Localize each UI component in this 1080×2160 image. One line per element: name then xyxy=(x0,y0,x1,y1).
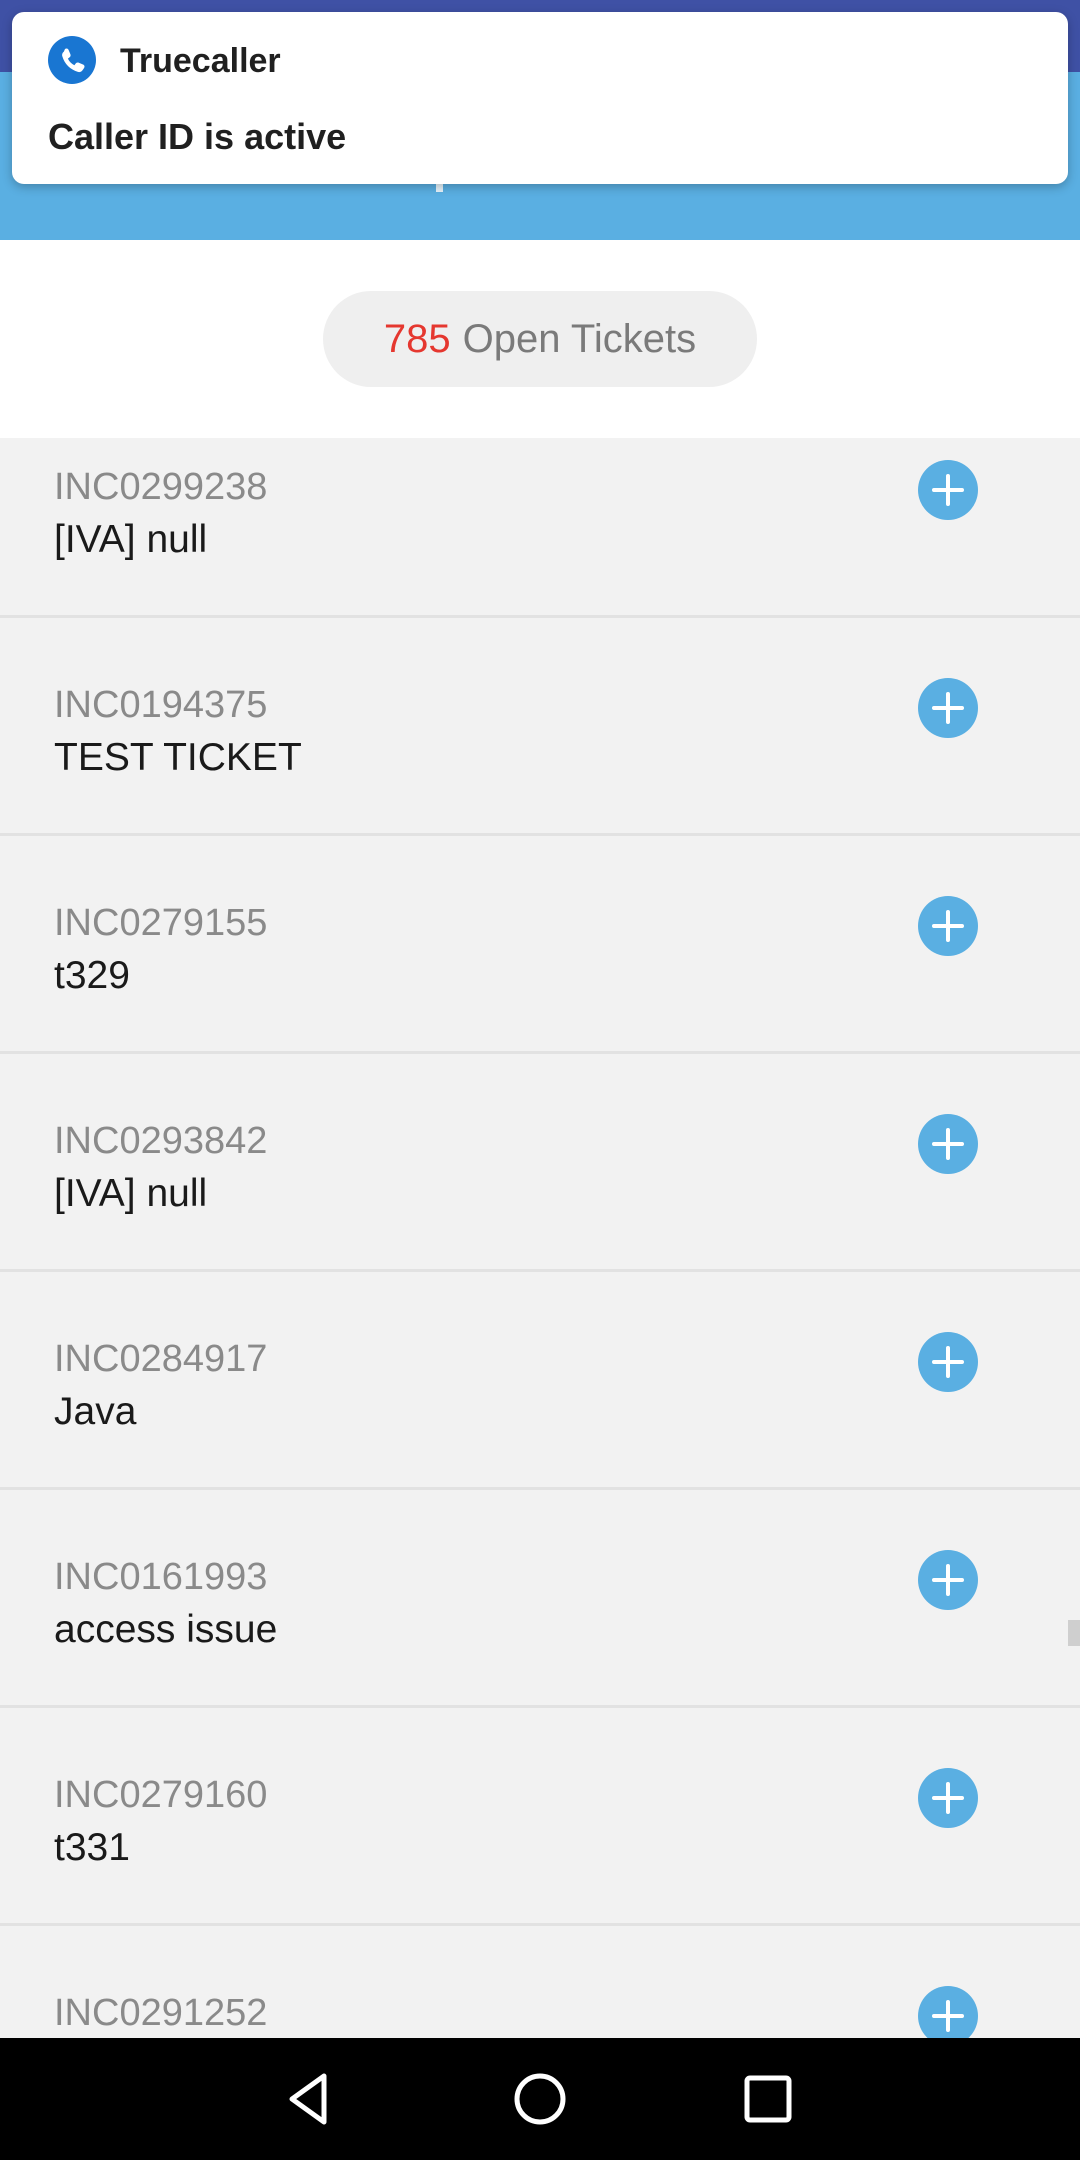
recents-button[interactable] xyxy=(735,2066,801,2132)
plus-icon xyxy=(932,692,964,724)
ticket-description: TEST TICKET xyxy=(54,736,302,779)
add-ticket-button[interactable] xyxy=(918,1550,978,1610)
ticket-row[interactable]: INC0279160 t331 xyxy=(0,1710,1080,1926)
ticket-description: t331 xyxy=(54,1826,130,1869)
notification-message: Caller ID is active xyxy=(48,116,347,157)
ticket-row[interactable]: INC0299238 [IVA] null xyxy=(0,438,1080,618)
add-ticket-button[interactable] xyxy=(918,678,978,738)
plus-icon xyxy=(932,910,964,942)
ticket-row[interactable]: INC0194375 TEST TICKET xyxy=(0,620,1080,836)
add-ticket-button[interactable] xyxy=(918,1332,978,1392)
ticket-row[interactable]: INC0291252 xyxy=(0,1928,1080,2038)
ticket-description: [IVA] null xyxy=(54,1172,208,1215)
back-button[interactable] xyxy=(276,2066,342,2132)
plus-icon xyxy=(932,1346,964,1378)
open-tickets-count: 785 xyxy=(383,316,451,361)
ticket-id: INC0291252 xyxy=(54,1992,268,2034)
recents-square-icon xyxy=(744,2075,792,2123)
home-circle-icon xyxy=(514,2073,566,2125)
add-ticket-button[interactable] xyxy=(918,1114,978,1174)
scrollbar-thumb[interactable] xyxy=(1068,1620,1080,1646)
plus-icon xyxy=(932,1782,964,1814)
ticket-id: INC0293842 xyxy=(54,1120,268,1162)
ticket-description: [IVA] null xyxy=(54,518,208,561)
add-ticket-button[interactable] xyxy=(918,1986,978,2038)
ticket-id: INC0299238 xyxy=(54,466,268,508)
ticket-description: access issue xyxy=(54,1608,278,1651)
ticket-description: t329 xyxy=(54,954,130,997)
ticket-row[interactable]: INC0284917 Java xyxy=(0,1274,1080,1490)
ticket-counter-area: 785 Open Tickets xyxy=(0,240,1080,438)
truecaller-notification[interactable]: Truecaller Caller ID is active xyxy=(12,12,1068,184)
ticket-row[interactable]: INC0161993 access issue xyxy=(0,1492,1080,1708)
ticket-id: INC0279155 xyxy=(54,902,268,944)
add-ticket-button[interactable] xyxy=(918,896,978,956)
phone-icon xyxy=(48,36,96,84)
ticket-list[interactable]: INC0299238 [IVA] null INC0194375 TEST TI… xyxy=(0,438,1080,2038)
home-button[interactable] xyxy=(507,2066,573,2132)
add-ticket-button[interactable] xyxy=(918,1768,978,1828)
ticket-id: INC0284917 xyxy=(54,1338,268,1380)
plus-icon xyxy=(932,1564,964,1596)
ticket-id: INC0194375 xyxy=(54,684,268,726)
ticket-description: Java xyxy=(54,1390,137,1433)
plus-icon xyxy=(932,474,964,506)
navigation-bar xyxy=(0,2038,1080,2160)
notification-app-name: Truecaller xyxy=(120,42,281,80)
open-tickets-label: Open Tickets xyxy=(462,316,697,361)
ticket-id: INC0161993 xyxy=(54,1556,268,1598)
ticket-id: INC0279160 xyxy=(54,1774,268,1816)
ticket-row[interactable]: INC0279155 t329 xyxy=(0,838,1080,1054)
ticket-row[interactable]: INC0293842 [IVA] null xyxy=(0,1056,1080,1272)
open-tickets-counter[interactable]: 785 Open Tickets xyxy=(323,291,757,387)
add-ticket-button[interactable] xyxy=(918,460,978,520)
plus-icon xyxy=(932,2000,964,2032)
screen: 785 Open Tickets INC0299238 [IVA] null I… xyxy=(0,0,1080,2160)
back-triangle-icon xyxy=(289,2073,327,2125)
plus-icon xyxy=(932,1128,964,1160)
